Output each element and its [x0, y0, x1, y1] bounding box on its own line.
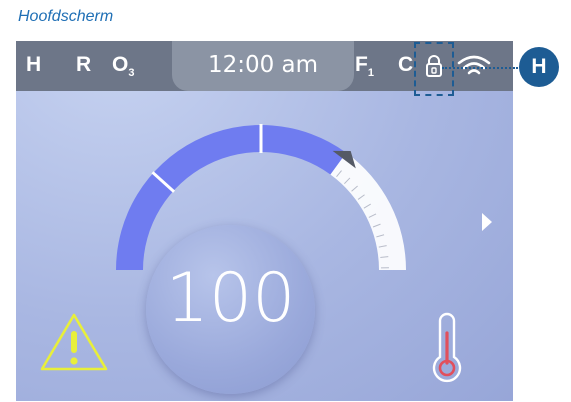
dial-value: 100: [165, 259, 296, 338]
callout-badge: H: [519, 47, 559, 87]
level-dial[interactable]: 100: [146, 225, 315, 394]
screen-caption: Hoofdscherm: [18, 8, 114, 25]
lock-highlight-box: [414, 42, 454, 96]
warning-icon[interactable]: [38, 311, 110, 375]
gauge-track: [330, 152, 406, 270]
chevron-right-icon[interactable]: [480, 212, 494, 232]
callout-leader-line: [442, 67, 518, 69]
thermometer-icon[interactable]: [427, 311, 467, 385]
